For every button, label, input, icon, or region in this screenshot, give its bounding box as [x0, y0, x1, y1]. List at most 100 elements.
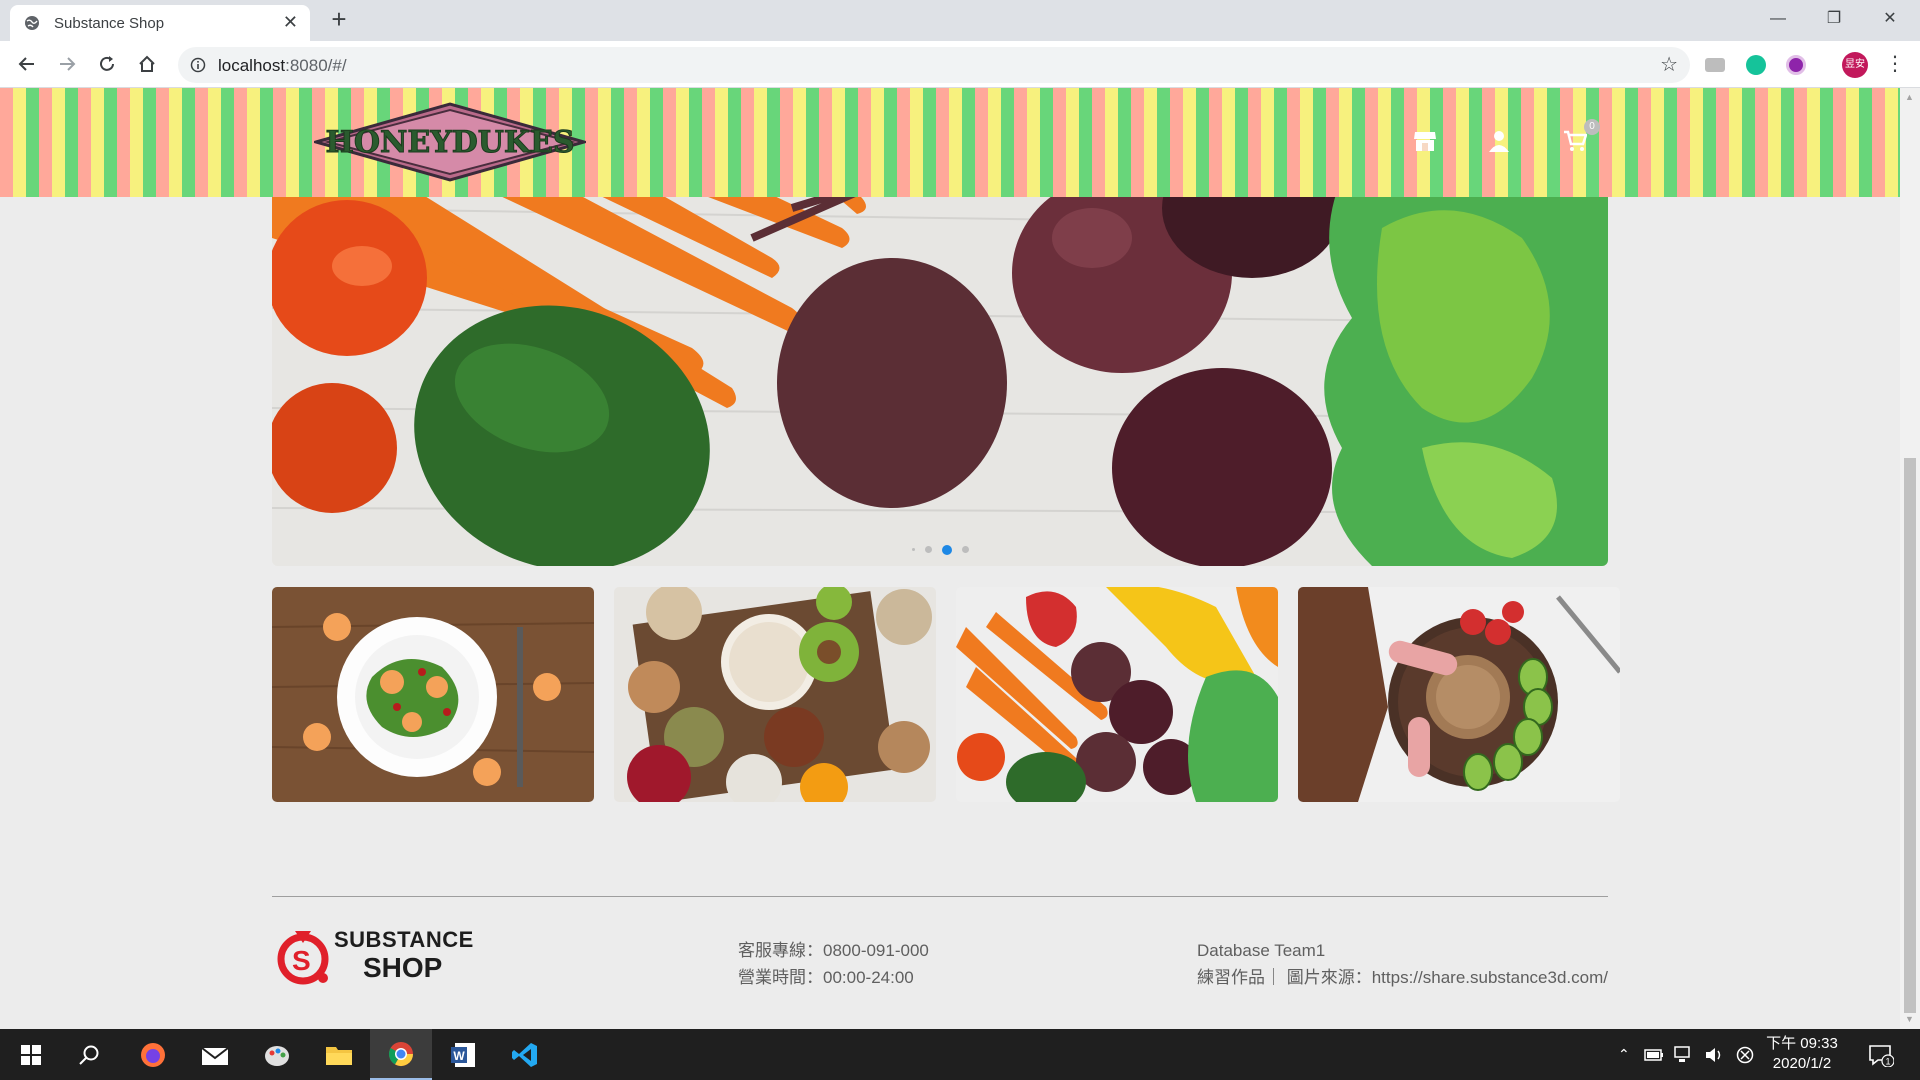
paint-icon: [265, 1045, 289, 1066]
clock-date: 2020/1/2: [1772, 1055, 1832, 1072]
credits-info: Database Team1 練習作品｜ 圖片來源：https://share.…: [1197, 937, 1608, 991]
buckwheat-plate-image: [1298, 587, 1620, 802]
carousel-dot[interactable]: [961, 546, 969, 553]
address-bar[interactable]: localhost:8080/#/ ☆: [178, 47, 1690, 83]
team-name: Database Team1: [1197, 941, 1326, 960]
extension-ticket-icon[interactable]: [1705, 58, 1725, 72]
forward-button[interactable]: [53, 50, 81, 78]
word-taskbar-button[interactable]: W: [432, 1029, 494, 1080]
firefox-taskbar-button[interactable]: [122, 1029, 184, 1080]
start-button[interactable]: [0, 1029, 62, 1080]
salad-plate-card[interactable]: [272, 587, 594, 802]
system-tray: ⌃: [1618, 1029, 1754, 1080]
mail-icon: [201, 1046, 229, 1065]
nuts-beans-image: [614, 587, 936, 802]
browser-toolbar: localhost:8080/#/ ☆ 昱安 ⋮: [0, 41, 1920, 88]
url-text[interactable]: localhost:8080/#/: [218, 56, 347, 76]
grammarly-icon[interactable]: [1746, 55, 1766, 75]
reload-icon: [100, 56, 114, 71]
image-credits: 練習作品｜ 圖片來源：https://share.substance3d.com…: [1197, 968, 1608, 987]
vegetables-hero-image: [272, 148, 1608, 566]
chevron-up-icon[interactable]: ⌃: [1618, 1046, 1630, 1063]
chrome-taskbar-button[interactable]: [370, 1029, 432, 1080]
store-icon[interactable]: [1412, 128, 1438, 154]
arrow-left-icon: [18, 57, 34, 71]
clock-time: 下午 09:33: [1766, 1035, 1838, 1052]
notification-icon: 1: [1869, 1044, 1894, 1067]
cart-icon[interactable]: [1562, 128, 1588, 154]
footer-divider: [272, 896, 1608, 897]
url-path: :8080/#/: [285, 56, 347, 75]
cart-count-badge: 0: [1584, 119, 1600, 135]
carousel-indicators: [272, 545, 1608, 555]
taskbar-clock[interactable]: 下午 09:33 2020/1/2: [1762, 1034, 1842, 1074]
vegetables-image: [956, 587, 1278, 802]
tab-title: Substance Shop: [54, 15, 165, 32]
firefox-icon: [141, 1042, 165, 1067]
windows-logo-icon: [21, 1044, 41, 1065]
home-icon: [139, 55, 155, 72]
nuts-beans-card[interactable]: [614, 587, 936, 802]
honeydukes-logo[interactable]: HONEYDUKES: [314, 102, 586, 182]
volume-icon[interactable]: [1704, 1046, 1724, 1064]
extension-search-icon[interactable]: [1786, 55, 1806, 75]
substance-shop-logo[interactable]: S SUBSTANCE SHOP: [273, 925, 483, 985]
search-button[interactable]: [58, 1029, 120, 1080]
browser-tab[interactable]: Substance Shop ✕: [10, 5, 310, 41]
page-viewport: S SUBSTANCE SHOP 客服專線：0800-091-000 營業時間：…: [0, 88, 1900, 1029]
brand-line1: SUBSTANCE: [334, 927, 474, 952]
scrollbar-thumb[interactable]: [1904, 458, 1916, 1013]
arrow-right-icon: [60, 57, 76, 71]
substance-s-icon: S: [277, 931, 329, 985]
user-icon[interactable]: [1486, 128, 1512, 154]
mail-taskbar-button[interactable]: [184, 1029, 246, 1080]
new-tab-button[interactable]: +: [326, 6, 352, 32]
ime-status-icon[interactable]: [1736, 1046, 1754, 1064]
reload-button[interactable]: [93, 50, 121, 78]
bookmark-star-icon[interactable]: ☆: [1660, 55, 1678, 75]
service-phone: 客服專線：0800-091-000: [738, 941, 929, 960]
battery-icon[interactable]: [1643, 1048, 1664, 1062]
salad-plate-image: [272, 587, 594, 802]
logo-text: HONEYDUKES: [326, 125, 575, 160]
chrome-icon: [388, 1041, 413, 1066]
paint-taskbar-button[interactable]: [246, 1029, 308, 1080]
close-window-button[interactable]: ✕: [1862, 0, 1918, 41]
url-host: localhost: [218, 56, 286, 75]
vscode-taskbar-button[interactable]: [494, 1029, 556, 1080]
carousel-dot-active[interactable]: [941, 545, 952, 555]
maximize-button[interactable]: ❐: [1806, 0, 1862, 41]
globe-icon: [25, 16, 39, 30]
svg-text:W: W: [453, 1049, 465, 1063]
profile-avatar[interactable]: 昱安: [1842, 52, 1868, 78]
folder-icon: [326, 1046, 352, 1065]
scroll-up-arrow[interactable]: ▲: [1905, 92, 1914, 102]
notification-count: 1: [1885, 1056, 1890, 1066]
svg-text:S: S: [292, 945, 311, 976]
browser-menu-icon[interactable]: ⋮: [1885, 53, 1905, 77]
network-icon[interactable]: [1673, 1045, 1694, 1064]
contact-info: 客服專線：0800-091-000 營業時間：00:00-24:00: [738, 937, 929, 991]
buckwheat-plate-card[interactable]: [1298, 587, 1620, 802]
business-hours: 營業時間：00:00-24:00: [738, 968, 914, 987]
search-icon: [79, 1045, 99, 1065]
browser-tab-strip: Substance Shop ✕ + — ❐ ✕: [0, 0, 1920, 41]
page-scrollbar[interactable]: ▲ ▼: [1900, 88, 1920, 1029]
home-button[interactable]: [133, 50, 161, 78]
file-explorer-taskbar-button[interactable]: [308, 1029, 370, 1080]
carousel-dot[interactable]: [911, 548, 915, 551]
site-header: HONEYDUKES 0: [0, 88, 1900, 197]
back-button[interactable]: [13, 50, 41, 78]
tab-close-icon[interactable]: ✕: [283, 12, 298, 32]
minimize-button[interactable]: —: [1750, 0, 1806, 41]
word-icon: W: [451, 1042, 475, 1067]
info-icon[interactable]: [190, 57, 206, 73]
carousel-dot[interactable]: [924, 546, 932, 553]
vegetables-card[interactable]: [956, 587, 1278, 802]
brand-line2: SHOP: [363, 952, 443, 983]
hero-carousel[interactable]: [272, 148, 1608, 566]
scroll-down-arrow[interactable]: ▼: [1905, 1014, 1914, 1024]
vscode-icon: [512, 1042, 537, 1067]
action-center-button[interactable]: 1: [1852, 1029, 1910, 1080]
windows-taskbar: W ⌃ 下午 09:33 2020/1/2 1: [0, 1029, 1920, 1080]
